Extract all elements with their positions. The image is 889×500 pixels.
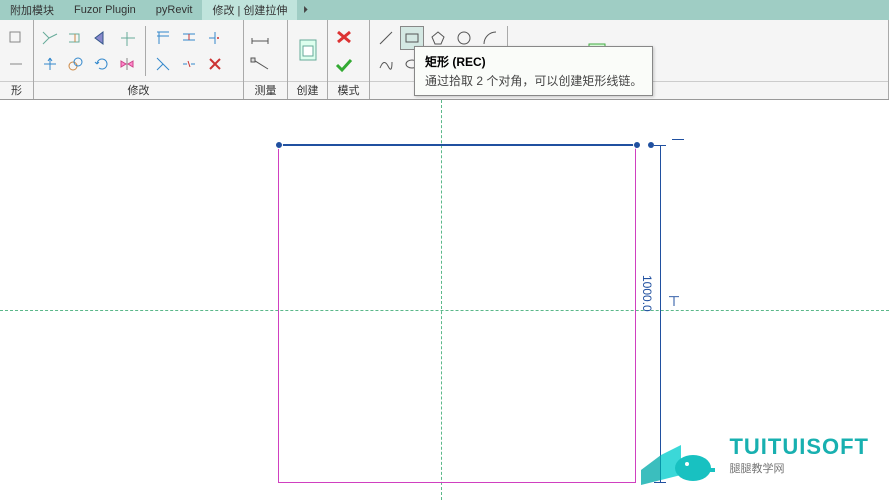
mirror-icon[interactable]: [116, 52, 140, 76]
selected-edge[interactable]: [278, 144, 637, 146]
drawing-canvas[interactable]: 1000.0 ⊢ TUITUISOFT 腿腿教学网: [0, 100, 889, 500]
tooltip: 矩形 (REC) 通过拾取 2 个对角，可以创建矩形线链。: [414, 46, 653, 96]
offset-icon[interactable]: [177, 26, 201, 50]
panel-label-measure: 测量: [244, 81, 287, 99]
watermark-title: TUITUISOFT: [729, 434, 869, 460]
line-icon[interactable]: [374, 26, 398, 50]
split-icon[interactable]: [116, 26, 140, 50]
create-component-icon[interactable]: [292, 31, 323, 71]
watermark: TUITUISOFT 腿腿教学网: [631, 420, 869, 490]
panel-label-create: 创建: [288, 81, 327, 99]
watermark-subtitle: 腿腿教学网: [729, 460, 869, 476]
dim-grip-icon[interactable]: ⊢: [666, 295, 682, 307]
delete-icon[interactable]: [203, 52, 227, 76]
ext-line: [672, 139, 684, 140]
trim-icon[interactable]: [203, 26, 227, 50]
grip-top-right[interactable]: [633, 141, 641, 149]
cancel-icon[interactable]: [332, 25, 356, 49]
sketch-rectangle[interactable]: [278, 145, 636, 483]
tab-bar: 附加模块 Fuzor Plugin pyRevit 修改 | 创建拉伸 ⏵: [0, 0, 889, 20]
separator: [145, 26, 146, 76]
watermark-logo: [631, 420, 721, 490]
finish-icon[interactable]: [332, 53, 356, 77]
split-element-icon[interactable]: [177, 52, 201, 76]
panel-label-mode: 模式: [328, 81, 369, 99]
rotate-icon[interactable]: [90, 52, 114, 76]
spline-icon[interactable]: [374, 52, 398, 76]
dim-tick-top: [654, 145, 666, 146]
measure-icon[interactable]: [248, 52, 272, 76]
shape-tool-2[interactable]: [4, 52, 28, 76]
panel-label-modify: 修改: [34, 81, 243, 99]
tab-addon[interactable]: 附加模块: [0, 0, 64, 20]
tooltip-desc: 通过拾取 2 个对角，可以创建矩形线链。: [425, 72, 642, 89]
tab-modify-extrusion[interactable]: 修改 | 创建拉伸: [202, 0, 297, 20]
cope-icon[interactable]: [64, 26, 88, 50]
panel-mode: 模式: [328, 20, 370, 99]
copy-icon[interactable]: [64, 52, 88, 76]
grip-top-left[interactable]: [275, 141, 283, 149]
align-icon[interactable]: [151, 26, 175, 50]
cut-icon[interactable]: [38, 26, 62, 50]
panel-create: 创建: [288, 20, 328, 99]
panel-shape: 形: [0, 20, 34, 99]
tab-fuzor[interactable]: Fuzor Plugin: [64, 2, 146, 18]
join-icon[interactable]: [90, 26, 114, 50]
dimension-icon[interactable]: [248, 26, 272, 50]
tab-more-icon[interactable]: ⏵: [297, 5, 313, 16]
panel-modify: 修改: [34, 20, 244, 99]
shape-tool-1[interactable]: [4, 26, 28, 50]
move-icon[interactable]: [38, 52, 62, 76]
tab-pyrevit[interactable]: pyRevit: [146, 2, 203, 18]
dimension-value[interactable]: 1000.0: [640, 275, 654, 312]
panel-label-shape: 形: [0, 81, 33, 99]
extend-icon[interactable]: [151, 52, 175, 76]
tooltip-title: 矩形 (REC): [425, 53, 642, 70]
panel-measure: 测量: [244, 20, 288, 99]
